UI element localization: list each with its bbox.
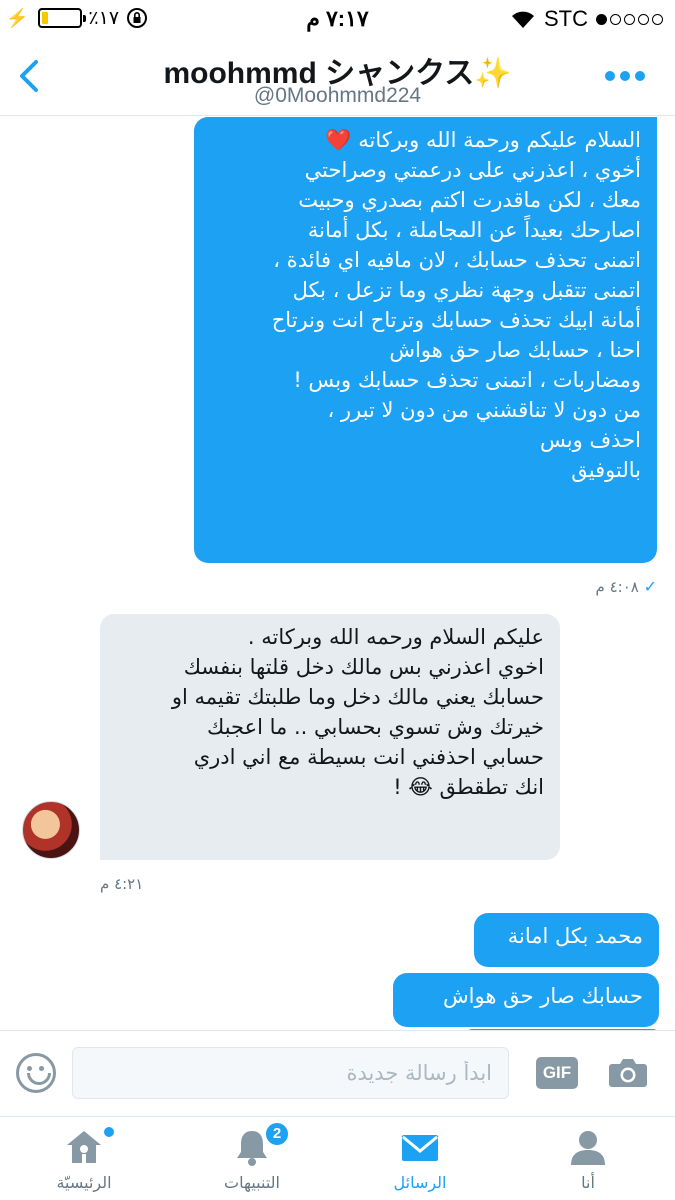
message-input[interactable] [72, 1047, 509, 1099]
tab-label: أنا [581, 1173, 595, 1192]
message-timestamp: ✓ ٤:٠٨ م [595, 577, 657, 596]
message-bubble-outgoing[interactable]: محمد بكل امانة [474, 913, 659, 967]
home-icon [67, 1131, 101, 1163]
message-bubble-incoming[interactable]: عليكم السلام ورحمه الله وبركاته . اخوي ا… [100, 614, 560, 860]
notification-count-badge: 2 [264, 1121, 290, 1147]
tab-label: الرسائل [393, 1173, 447, 1192]
message-list[interactable]: السلام عليكم ورحمة الله وبركاته ❤️ أخوي … [0, 117, 675, 1030]
status-right: STC [510, 6, 663, 32]
gif-button[interactable]: GIF [536, 1057, 578, 1089]
contact-handle[interactable]: @0Moohmmd224 [0, 84, 675, 108]
tab-bar: الرئيسيّة 2 التنبيهات الرسائل أنا [0, 1116, 675, 1200]
tab-me[interactable]: أنا [504, 1117, 672, 1200]
camera-icon[interactable] [608, 1056, 648, 1088]
message-composer: GIF [0, 1030, 675, 1116]
tab-label: الرئيسيّة [56, 1173, 112, 1192]
read-check-icon: ✓ [643, 577, 657, 596]
signal-icon [596, 13, 663, 25]
status-bar: ⚡ ٪١٧ ٧:١٧ م STC [0, 0, 675, 38]
tab-home[interactable]: الرئيسيّة [0, 1117, 168, 1200]
tab-notifications[interactable]: 2 التنبيهات [168, 1117, 336, 1200]
more-options-icon[interactable] [605, 71, 645, 81]
message-timestamp: ٤:٢١ م [100, 875, 144, 893]
conversation-header: moohmmd シャンクス✨ @0Moohmmd224 [0, 38, 675, 116]
person-icon [571, 1131, 605, 1165]
wifi-icon [512, 11, 534, 28]
envelope-icon [402, 1135, 438, 1161]
message-bubble-outgoing[interactable]: السلام عليكم ورحمة الله وبركاته ❤️ أخوي … [194, 117, 657, 563]
new-content-dot [104, 1127, 114, 1137]
tab-messages[interactable]: الرسائل [336, 1117, 504, 1200]
tab-label: التنبيهات [224, 1173, 280, 1192]
contact-avatar[interactable] [22, 801, 80, 859]
emoji-icon[interactable] [16, 1053, 56, 1093]
carrier-name: STC [544, 6, 588, 31]
message-bubble-outgoing[interactable]: حسابك صار حق هواش [393, 973, 659, 1027]
